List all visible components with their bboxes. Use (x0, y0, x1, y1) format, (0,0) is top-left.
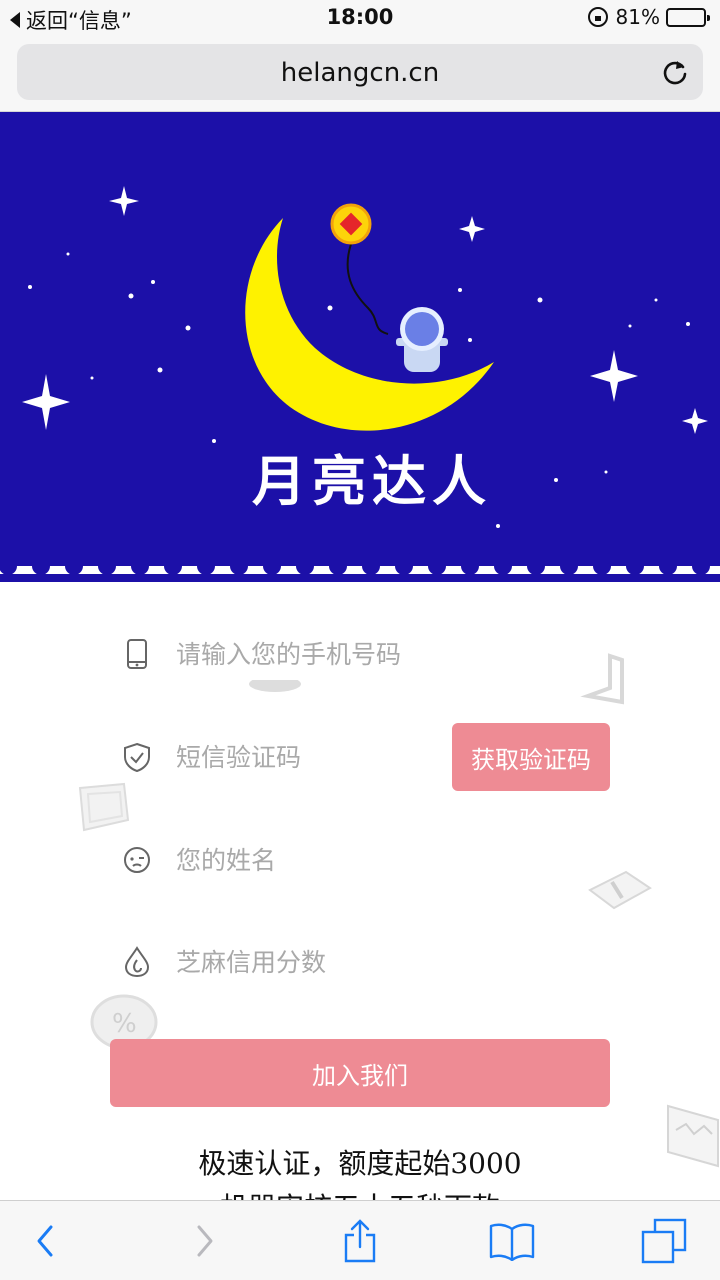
rotation-lock-icon (587, 7, 608, 27)
drop-icon (120, 945, 154, 979)
status-bar: 返回“信息” 18:00 81% (0, 0, 720, 36)
face-icon (120, 843, 154, 877)
join-button[interactable]: 加入我们 (110, 1039, 610, 1107)
wallet-decoration (78, 782, 130, 832)
battery-percent: 81% (615, 5, 660, 29)
sesame-score-input[interactable] (176, 947, 436, 977)
balloon-string (346, 243, 389, 335)
share-icon (344, 1219, 376, 1263)
astronaut (396, 307, 448, 372)
back-button[interactable] (5, 1201, 85, 1280)
reload-icon[interactable] (661, 58, 689, 86)
address-url: helangcn.cn (280, 58, 440, 88)
name-input[interactable] (176, 845, 436, 875)
promo-line-2: 机器审核五十五秒下款 (0, 1186, 720, 1200)
banner-art: 月亮达人 (22, 186, 708, 528)
bookmarks-icon (489, 1223, 535, 1261)
back-triangle-icon (10, 12, 20, 28)
status-back-link[interactable]: 返回“信息” (10, 5, 132, 35)
phone-field[interactable] (110, 624, 610, 684)
browser-toolbar (0, 1200, 720, 1280)
promo-line-1: 极速认证，额度起始3000 (198, 1147, 522, 1180)
name-field[interactable] (110, 830, 610, 890)
signup-form: % 获取验证码 加入我们 极速认证，额度起始3000 机器审核五十五秒下款 (0, 586, 720, 1200)
shield-check-icon (120, 740, 154, 774)
status-back-label: 返回“信息” (26, 9, 132, 33)
sms-code-input[interactable] (176, 742, 356, 772)
forward-icon (197, 1225, 213, 1257)
hero-banner: 月亮达人 (0, 112, 720, 582)
moon (245, 218, 494, 431)
battery-icon (666, 7, 710, 27)
status-right: 81% (587, 5, 710, 29)
phone-icon (120, 637, 154, 671)
get-code-button[interactable]: 获取验证码 (452, 723, 610, 791)
bookmarks-button[interactable] (472, 1201, 552, 1280)
sesame-score-field[interactable] (110, 932, 610, 992)
phone-input[interactable] (176, 639, 436, 669)
share-button[interactable] (320, 1201, 400, 1280)
forward-button[interactable] (165, 1201, 245, 1280)
svg-text:%: % (112, 1009, 137, 1039)
address-bar[interactable]: helangcn.cn (17, 44, 703, 100)
back-icon (37, 1225, 53, 1257)
scalloped-edge (0, 566, 720, 575)
browser-url-area: helangcn.cn (0, 36, 720, 112)
tabs-icon (641, 1218, 687, 1264)
tabs-button[interactable] (624, 1201, 704, 1280)
banner-title: 月亮达人 (252, 450, 492, 513)
